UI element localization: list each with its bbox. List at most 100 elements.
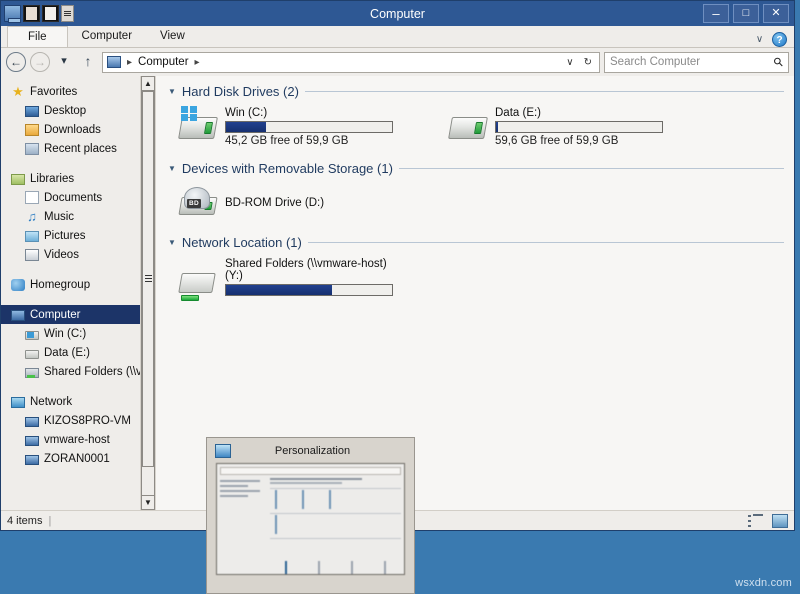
scroll-up-button[interactable]: ▲ xyxy=(141,76,155,91)
sidebar-item-shared-folders[interactable]: Shared Folders (\\vmwa xyxy=(1,362,155,381)
capacity-bar xyxy=(495,121,663,133)
sidebar-item-favorites[interactable]: ★ Favorites xyxy=(1,82,155,101)
forward-button[interactable]: → xyxy=(30,52,50,72)
address-bar-row: ← → ▾ ↑ ▸ Computer ▸ ∨ ↻ Search Computer… xyxy=(1,48,794,76)
bd-rom-icon: BD xyxy=(178,183,218,221)
sidebar-gap xyxy=(1,264,155,275)
customize-dropdown-icon[interactable] xyxy=(61,5,74,22)
sidebar-label: KIZOS8PRO-VM xyxy=(44,415,131,427)
large-icons-view-icon[interactable] xyxy=(772,514,788,528)
status-separator: | xyxy=(48,515,51,527)
sidebar-item-zoran0001[interactable]: ZORAN0001 xyxy=(1,449,155,468)
windows-hdd-icon xyxy=(178,106,218,144)
sidebar-gap xyxy=(1,158,155,169)
desktop-watermark: wsxdn.com xyxy=(735,577,792,589)
capacity-bar-fill xyxy=(226,285,332,295)
tab-computer[interactable]: Computer xyxy=(68,26,147,47)
sidebar-label: Documents xyxy=(44,192,102,204)
chevron-down-icon[interactable]: ∨ xyxy=(754,34,765,45)
group-header-hard-disk-drives[interactable]: ▼ Hard Disk Drives (2) xyxy=(168,84,784,99)
address-breadcrumb-bar[interactable]: ▸ Computer ▸ ∨ ↻ xyxy=(102,52,600,73)
navigation-scrollbar[interactable]: ▲ ▼ xyxy=(140,76,155,510)
window-controls: – □ ✕ xyxy=(703,4,794,23)
recent-places-icon xyxy=(25,143,39,155)
homegroup-icon xyxy=(11,279,25,291)
breadcrumb-computer[interactable]: Computer xyxy=(138,56,189,68)
pc-icon[interactable] xyxy=(4,5,21,22)
close-button[interactable]: ✕ xyxy=(763,4,789,23)
collapse-triangle-icon[interactable]: ▼ xyxy=(168,164,176,173)
preview-thumbnail xyxy=(216,463,405,575)
minimize-button[interactable]: – xyxy=(703,4,729,23)
sidebar-item-homegroup[interactable]: Homegroup xyxy=(1,275,155,294)
sidebar-item-win-c[interactable]: Win (C:) xyxy=(1,324,155,343)
details-view-icon[interactable] xyxy=(748,514,764,528)
maximize-button[interactable]: □ xyxy=(733,4,759,23)
drive-tile-shared-folders-y[interactable]: Shared Folders (\\vmware-host) (Y:) xyxy=(178,257,784,303)
collapse-triangle-icon[interactable]: ▼ xyxy=(168,87,176,96)
drive-info: Win (C:) 45,2 GB free of 59,9 GB xyxy=(225,106,393,147)
sidebar-item-kizos8pro-vm[interactable]: KIZOS8PRO-VM xyxy=(1,411,155,430)
sidebar-label: Win (C:) xyxy=(44,328,86,340)
sidebar-item-data-e[interactable]: Data (E:) xyxy=(1,343,155,362)
network-drive-icon xyxy=(25,368,39,378)
search-icon[interactable]: ⚲ xyxy=(771,54,787,70)
drive-capacity-text: 45,2 GB free of 59,9 GB xyxy=(225,135,393,147)
sidebar-item-downloads[interactable]: Downloads xyxy=(1,120,155,139)
drive-tile-data-e[interactable]: Data (E:) 59,6 GB free of 59,9 GB xyxy=(448,106,718,147)
preview-section-one xyxy=(270,488,401,509)
tile-group-removable-storage: BD BD-ROM Drive (D:) xyxy=(168,180,784,235)
scroll-thumb[interactable] xyxy=(142,91,154,467)
drive-capacity-text: 59,6 GB free of 59,9 GB xyxy=(495,135,663,147)
sidebar-label: Data (E:) xyxy=(44,347,90,359)
refresh-icon[interactable]: ↻ xyxy=(581,57,595,68)
capacity-bar-fill xyxy=(496,122,498,132)
collapse-triangle-icon[interactable]: ▼ xyxy=(168,238,176,247)
sidebar-item-videos[interactable]: Videos xyxy=(1,245,155,264)
sidebar-item-pictures[interactable]: Pictures xyxy=(1,226,155,245)
group-header-removable-storage[interactable]: ▼ Devices with Removable Storage (1) xyxy=(168,161,784,176)
ribbon-right-controls: ∨ ? xyxy=(754,32,794,47)
tab-view[interactable]: View xyxy=(146,26,199,47)
preview-address-bar xyxy=(220,467,401,475)
sidebar-item-recent-places[interactable]: Recent places xyxy=(1,139,155,158)
capacity-bar-fill xyxy=(226,122,266,132)
scroll-track[interactable] xyxy=(141,91,155,495)
drive-name: Data (E:) xyxy=(495,107,663,119)
drive-tile-bd-rom-d[interactable]: BD BD-ROM Drive (D:) xyxy=(178,183,448,221)
properties-icon[interactable] xyxy=(42,5,59,22)
breadcrumb-separator-2[interactable]: ▸ xyxy=(193,57,202,68)
tile-group-hard-disk-drives: Win (C:) 45,2 GB free of 59,9 GB Data (E… xyxy=(168,103,784,161)
desktop-icon xyxy=(25,106,39,117)
search-box[interactable]: Search Computer ⚲ xyxy=(604,52,789,73)
drive-tile-win-c[interactable]: Win (C:) 45,2 GB free of 59,9 GB xyxy=(178,106,448,147)
sidebar-item-computer[interactable]: Computer xyxy=(1,305,155,324)
sidebar-item-libraries[interactable]: Libraries xyxy=(1,169,155,188)
help-button[interactable]: ? xyxy=(772,32,787,47)
computer-icon xyxy=(11,310,25,321)
address-dropdown-icon[interactable]: ∨ xyxy=(563,57,576,68)
window-title: Computer xyxy=(1,7,794,21)
windows-drive-icon xyxy=(25,331,39,340)
sidebar-item-desktop[interactable]: Desktop xyxy=(1,101,155,120)
history-dropdown-icon[interactable]: ▾ xyxy=(54,52,74,72)
tab-file[interactable]: File xyxy=(7,26,68,47)
network-icon xyxy=(11,397,25,408)
back-button[interactable]: ← xyxy=(6,52,26,72)
sidebar-item-documents[interactable]: Documents xyxy=(1,188,155,207)
sidebar-label: Computer xyxy=(30,309,81,321)
restore-icon[interactable] xyxy=(23,5,40,22)
personalization-preview-window[interactable]: Personalization xyxy=(206,437,415,594)
sidebar-label: Videos xyxy=(44,249,79,261)
sidebar-item-network[interactable]: Network xyxy=(1,392,155,411)
sidebar-item-music[interactable]: ♫ Music xyxy=(1,207,155,226)
drive-icon xyxy=(25,350,39,359)
drive-info: Data (E:) 59,6 GB free of 59,9 GB xyxy=(495,106,663,147)
sidebar-label: Homegroup xyxy=(30,279,90,291)
sidebar-gap xyxy=(1,381,155,392)
sidebar-item-vmware-host[interactable]: vmware-host xyxy=(1,430,155,449)
drive-info: Shared Folders (\\vmware-host) (Y:) xyxy=(225,257,393,303)
scroll-down-button[interactable]: ▼ xyxy=(141,495,155,510)
group-header-network-location[interactable]: ▼ Network Location (1) xyxy=(168,235,784,250)
up-button[interactable]: ↑ xyxy=(78,52,98,72)
